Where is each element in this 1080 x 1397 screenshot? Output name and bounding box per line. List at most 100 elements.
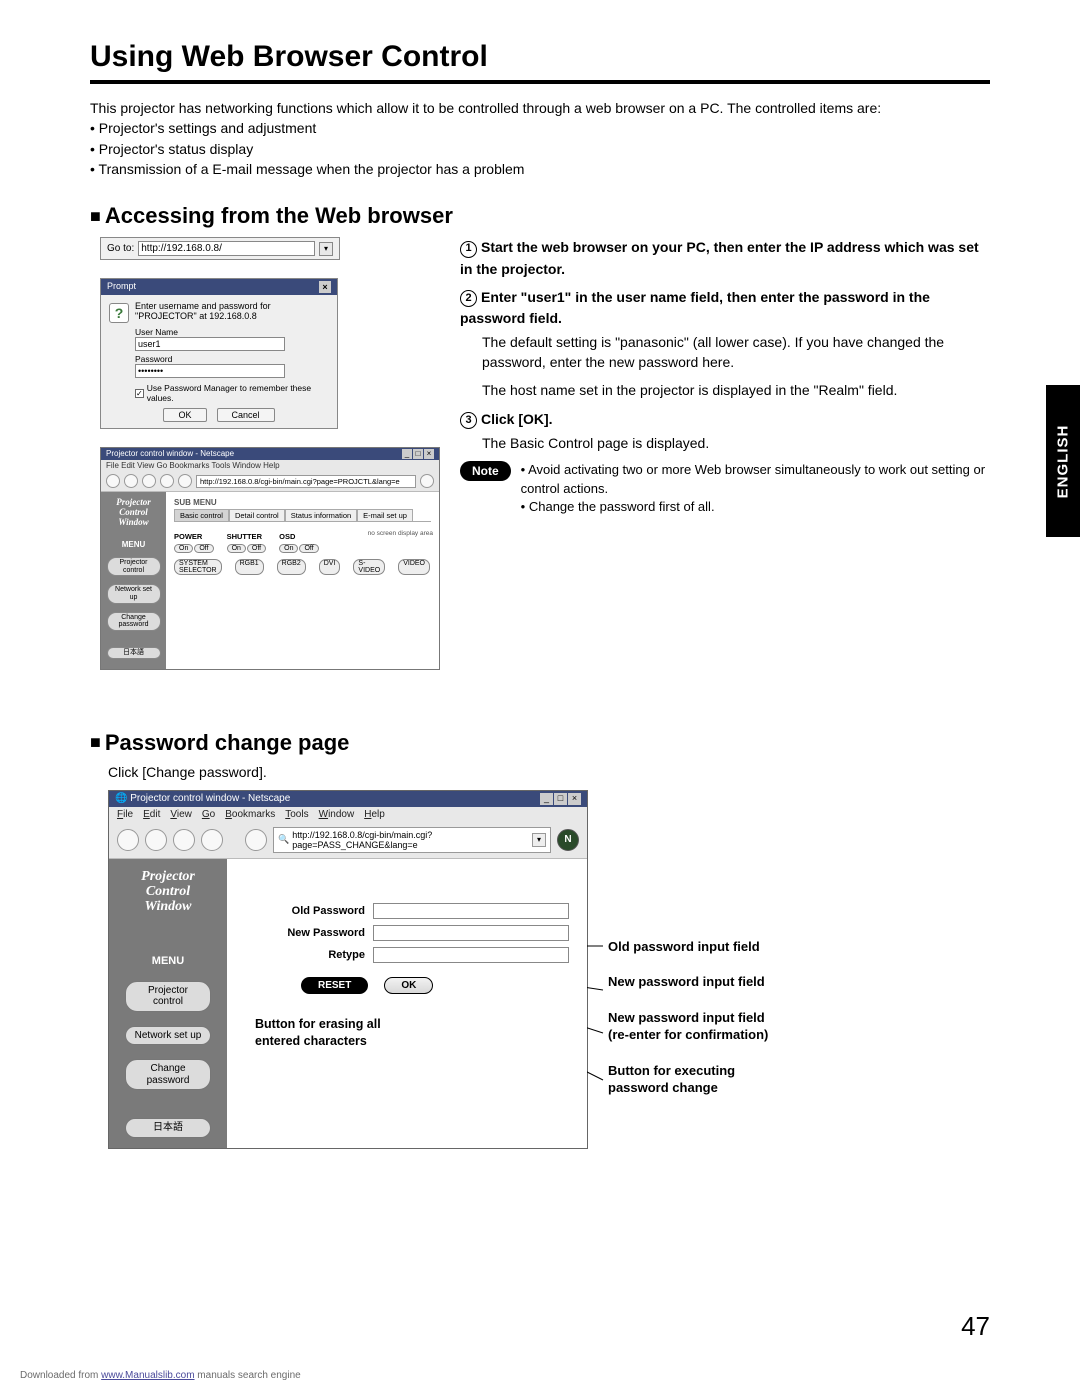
system-selector[interactable]: SYSTEM SELECTOR [174,559,222,575]
close-icon[interactable]: × [568,793,581,805]
basic-control-window: Projector control window - Netscape _□× … [100,447,440,669]
password-input[interactable] [135,364,285,378]
prompt-message: Enter username and password for "PROJECT… [135,301,329,323]
jp-button[interactable]: 日本語 [125,1118,211,1138]
sidebar-item-change-password[interactable]: Change password [125,1059,211,1090]
back-icon[interactable] [117,829,139,851]
basic-url-bar[interactable]: http://192.168.0.8/cgi-bin/main.cgi?page… [196,475,416,488]
section2-heading: Password change page [90,730,990,756]
input-rgb2[interactable]: RGB2 [277,559,306,575]
back-icon[interactable] [106,474,120,488]
erase-caption: Button for erasing all entered character… [255,1016,569,1050]
footer: Downloaded from www.Manualslib.com manua… [20,1370,301,1381]
step-2-sub1: The default setting is "panasonic" (all … [482,332,990,373]
stop-icon[interactable] [160,474,174,488]
power-off[interactable]: Off [194,544,213,553]
home-icon[interactable] [178,474,192,488]
page-title: Using Web Browser Control [90,40,990,74]
input-video[interactable]: VIDEO [398,559,430,575]
goto-label: Go to: [107,243,134,254]
jp-button[interactable]: 日本語 [107,647,161,659]
tab-status[interactable]: Status information [285,509,357,521]
osd-on[interactable]: On [279,544,298,553]
osd-off[interactable]: Off [299,544,318,553]
step-2: 2Enter "user1" in the user name field, t… [460,287,990,329]
new-password-input[interactable] [373,925,569,941]
sidebar-item-network-setup[interactable]: Network set up [107,584,161,603]
shutter-on[interactable]: On [227,544,246,553]
callout-retype: New password input field (re-enter for c… [608,1009,768,1044]
pcw-logo: Projector Control Window [116,498,151,528]
old-password-input[interactable] [373,903,569,919]
close-icon[interactable]: × [424,449,434,459]
callout-new-password: New password input field [608,973,768,991]
go-icon[interactable] [420,474,434,488]
section1-heading: Accessing from the Web browser [90,203,990,229]
username-label: User Name [135,327,329,337]
username-input[interactable] [135,337,285,351]
intro-text: This projector has networking functions … [90,98,990,179]
pwd-toolbar: 🔍http://192.168.0.8/cgi-bin/main.cgi?pag… [109,822,587,859]
retype-input[interactable] [373,947,569,963]
sidebar-item-change-password[interactable]: Change password [107,612,161,631]
remember-checkbox-row[interactable]: ✓ Use Password Manager to remember these… [135,383,329,403]
pwd-sidebar: Projector Control Window MENU Projector … [109,859,227,1148]
checkbox-icon[interactable]: ✓ [135,389,144,398]
sidebar-item-projector-control[interactable]: Projector control [125,981,211,1012]
input-dvi[interactable]: DVI [319,559,341,575]
goto-input[interactable] [138,241,315,256]
basic-titlebar: Projector control window - Netscape _□× [101,448,439,460]
callouts: Old password input field New password in… [608,938,768,1115]
pwd-menubar[interactable]: FileEditViewGoBookmarksToolsWindowHelp [109,807,587,822]
footer-link[interactable]: www.Manualslib.com [101,1370,194,1381]
tab-basic-control[interactable]: Basic control [174,509,229,521]
pwd-titlebar: 🌐 Projector control window - Netscape _□… [109,791,587,807]
netscape-icon[interactable]: N [557,829,579,851]
maximize-icon[interactable]: □ [554,793,567,805]
password-change-window: 🌐 Projector control window - Netscape _□… [108,790,588,1149]
ok-button[interactable]: OK [163,408,206,422]
url-dropdown-icon[interactable]: ▾ [532,833,546,847]
input-svideo[interactable]: S-VIDEO [353,559,385,575]
retype-label: Retype [245,949,365,961]
note-text: • Avoid activating two or more Web brows… [521,461,990,516]
section2-intro: Click [Change password]. [108,764,990,780]
reload-icon[interactable] [173,829,195,851]
menu-label: MENU [152,955,184,967]
goto-dropdown[interactable]: ▾ [319,242,333,256]
cancel-button[interactable]: Cancel [217,408,275,422]
reset-button[interactable]: RESET [301,977,368,994]
reload-icon[interactable] [142,474,156,488]
shutter-off[interactable]: Off [247,544,266,553]
power-on[interactable]: On [174,544,193,553]
sidebar-item-projector-control[interactable]: Projector control [107,557,161,576]
minimize-icon[interactable]: _ [402,449,412,459]
ok-button[interactable]: OK [384,977,433,994]
tab-detail-control[interactable]: Detail control [229,509,285,521]
title-rule [90,80,990,84]
tabs: Basic control Detail control Status info… [174,509,431,522]
home-icon[interactable] [245,829,267,851]
forward-icon[interactable] [124,474,138,488]
password-label: Password [135,354,329,364]
basic-menubar[interactable]: File Edit View Go Bookmarks Tools Window… [101,460,439,471]
step-1: 1Start the web browser on your PC, then … [460,237,990,279]
menu-label: MENU [122,540,146,549]
basic-sidebar: Projector Control Window MENU Projector … [101,492,166,668]
step-3-sub: The Basic Control page is displayed. [482,433,990,453]
goto-bar: Go to: ▾ [100,237,340,260]
question-icon: ? [109,303,129,323]
stop-icon[interactable] [201,829,223,851]
minimize-icon[interactable]: _ [540,793,553,805]
input-rgb1[interactable]: RGB1 [235,559,264,575]
callout-ok: Button for executing password change [608,1062,768,1097]
sidebar-item-network-setup[interactable]: Network set up [125,1026,211,1046]
forward-icon[interactable] [145,829,167,851]
submenu-label: SUB MENU [174,498,431,507]
close-icon[interactable]: × [319,281,331,293]
corner-note: no screen display area [368,530,433,537]
maximize-icon[interactable]: □ [413,449,423,459]
old-password-label: Old Password [245,905,365,917]
pwd-url-bar[interactable]: 🔍http://192.168.0.8/cgi-bin/main.cgi?pag… [273,827,551,853]
tab-email-setup[interactable]: E-mail set up [357,509,413,521]
